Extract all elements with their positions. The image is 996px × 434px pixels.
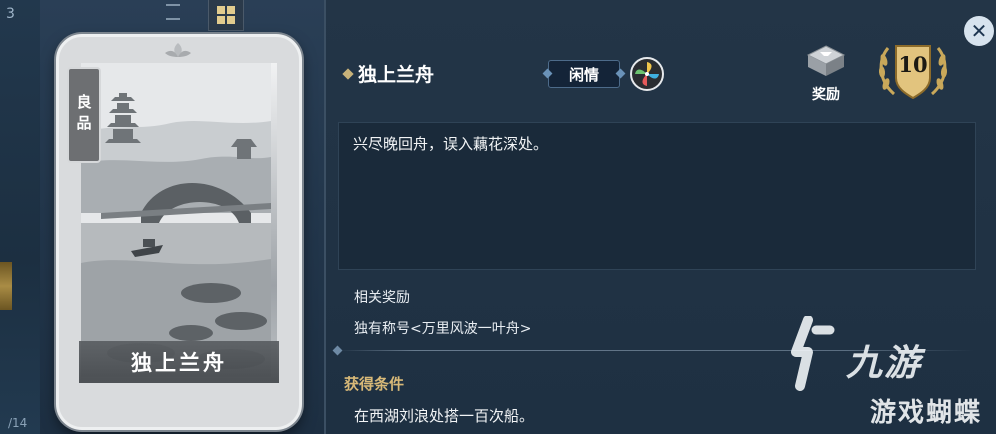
card-name-label: 独上兰舟 — [79, 341, 279, 383]
pinwheel-icon — [630, 57, 664, 91]
jiuyou-logo-icon — [791, 316, 835, 391]
related-reward-item: 独有称号<万里风波一叶舟> — [354, 321, 532, 337]
list-icon[interactable] — [166, 4, 180, 20]
condition-heading: 获得条件 — [344, 375, 405, 393]
close-icon: ✕ — [970, 19, 988, 43]
achievement-title-text: 独上兰舟 — [358, 64, 435, 86]
background-counter: 3 — [6, 6, 15, 22]
diamond-bullet-icon — [342, 67, 354, 80]
grid-view-button[interactable] — [208, 0, 244, 31]
quality-badge: 良品 — [67, 67, 101, 163]
card-artwork — [81, 63, 277, 381]
level-number: 10 — [898, 52, 928, 77]
level-badge: 10 — [874, 40, 952, 104]
achievement-card: 良品 独上兰舟 — [56, 34, 302, 430]
condition-text: 在西湖刘浪处搭一百次船。 — [354, 407, 535, 425]
grid-icon — [217, 6, 235, 24]
reward-button[interactable]: 奖励 — [800, 44, 852, 104]
close-button[interactable]: ✕ — [964, 16, 994, 46]
background-page-count: /14 — [8, 416, 28, 430]
lake-landscape-illustration — [81, 63, 271, 377]
reward-label: 奖励 — [812, 87, 840, 103]
related-rewards-heading: 相关奖励 — [354, 290, 410, 306]
category-tag: 闲情 — [548, 60, 621, 88]
watermark: 九游 游戏蝴蝶 — [774, 316, 990, 432]
description-box: 兴尽晚回舟，误入藕花深处。 — [338, 122, 976, 270]
watermark-brand: 九游 — [846, 343, 923, 384]
watermark-subtext: 游戏蝴蝶 — [870, 398, 983, 428]
achievement-title: 独上兰舟 — [342, 60, 435, 87]
leaf-ornament-icon — [165, 43, 191, 57]
description-text: 兴尽晚回舟，误入藕花深处。 — [353, 135, 549, 153]
card-column: 良品 独上兰舟 — [40, 0, 324, 434]
side-tab-marker[interactable] — [0, 262, 12, 310]
gift-box-icon — [806, 45, 846, 76]
background-side-strip: 3 /14 — [0, 0, 40, 434]
